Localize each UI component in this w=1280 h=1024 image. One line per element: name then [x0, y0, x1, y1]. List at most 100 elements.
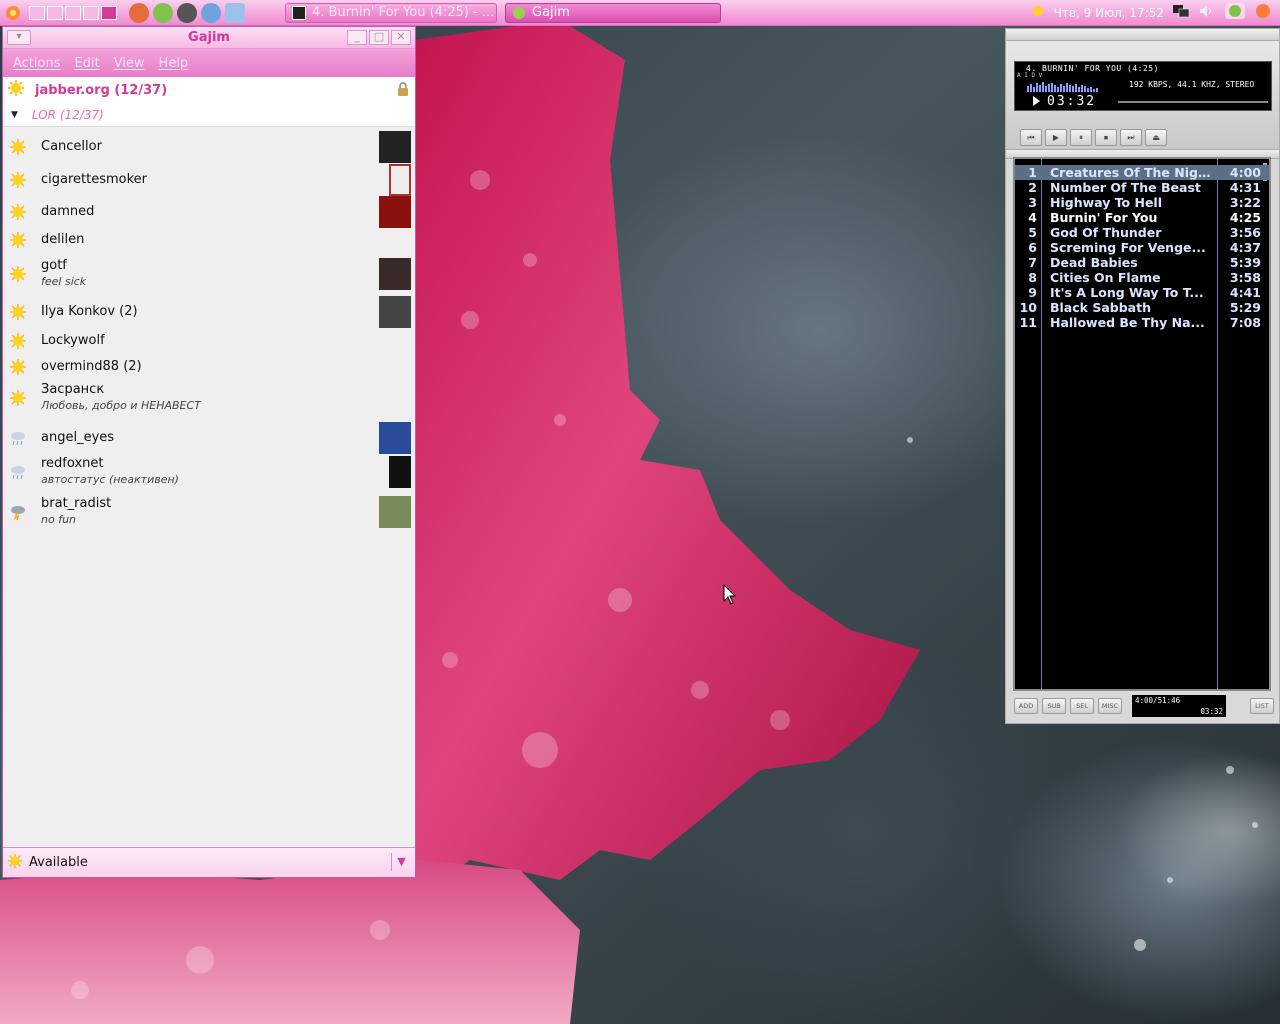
track-number: 11: [1019, 315, 1037, 330]
gajim-task-icon: [512, 6, 526, 20]
playlist-item[interactable]: 2 Number Of The Beast 4:31: [1015, 180, 1269, 195]
lock-icon: [397, 82, 409, 96]
playlist-item[interactable]: 1 Creatures Of The Nig... 4:00: [1015, 165, 1269, 180]
weather-sun-icon[interactable]: [1030, 3, 1046, 23]
update-notifier-icon[interactable]: [1224, 2, 1246, 24]
image-viewer-launcher-icon[interactable]: [225, 2, 245, 23]
seek-bar[interactable]: [1118, 101, 1268, 103]
minimize-button[interactable]: _: [347, 30, 367, 45]
contact-name: Ilya Konkov (2): [41, 304, 138, 319]
playlist-item[interactable]: 6 Screming For Venge... 4:37: [1015, 240, 1269, 255]
contact-row[interactable]: Lockywolf: [3, 328, 415, 354]
expander-arrow-icon[interactable]: ▼: [11, 110, 18, 120]
contact-row[interactable]: damned: [3, 196, 415, 228]
workspace-3[interactable]: [65, 5, 81, 20]
volume-icon[interactable]: [1198, 3, 1216, 23]
online-sun-icon: [9, 332, 27, 350]
menu-actions[interactable]: Actions: [13, 56, 69, 71]
gajim-titlebar[interactable]: ▾ Gajim _ □ ✕: [3, 27, 415, 49]
clock[interactable]: Чтв, 9 Июл, 17:52: [1054, 6, 1164, 20]
dropdown-arrow-icon[interactable]: ▼: [391, 853, 411, 871]
menu-edit[interactable]: Edit: [75, 56, 108, 71]
next-button[interactable]: ⏭: [1120, 129, 1142, 146]
misc-button[interactable]: MISC: [1098, 698, 1122, 714]
playlist-item[interactable]: 9 It's A Long Way To T... 4:41: [1015, 285, 1269, 300]
maximize-button[interactable]: □: [369, 30, 389, 45]
group-row[interactable]: ▼ LOR (12/37): [3, 103, 415, 127]
track-number: 7: [1028, 255, 1037, 270]
avatar: [379, 131, 411, 163]
online-sun-icon: [9, 265, 27, 283]
contact-row[interactable]: cigarettesmoker: [3, 164, 415, 196]
contact-row[interactable]: gotf feel sick: [3, 254, 415, 294]
busy-storm-icon: [9, 503, 27, 521]
shutdown-icon[interactable]: [1254, 2, 1272, 24]
track-title: Hallowed Be Thy Na...: [1050, 315, 1205, 330]
playlist-item[interactable]: 7 Dead Babies 5:39: [1015, 255, 1269, 270]
settings-launcher-icon[interactable]: [201, 2, 221, 23]
contact-row[interactable]: delilen: [3, 227, 415, 252]
track-title: Screming For Venge...: [1050, 240, 1206, 255]
add-button[interactable]: ADD: [1014, 698, 1038, 714]
workspace-1[interactable]: [29, 5, 45, 20]
elapsed-time: 03:32: [1047, 94, 1097, 109]
list-button[interactable]: LIST: [1250, 698, 1274, 714]
media-player-launcher-icon[interactable]: [177, 2, 197, 23]
window-menu-button[interactable]: ▾: [7, 30, 31, 45]
contact-row[interactable]: redfoxnet автостатус (неактивен): [3, 454, 415, 490]
playlist-item[interactable]: 8 Cities On Flame 3:58: [1015, 270, 1269, 285]
status-selector[interactable]: Available ▼: [3, 847, 415, 877]
track-duration: 4:31: [1229, 180, 1261, 195]
playlist-item[interactable]: 4 Burnin' For You 4:25: [1015, 210, 1269, 225]
contact-name: angel_eyes: [41, 430, 115, 445]
contact-row[interactable]: overmind88 (2): [3, 354, 415, 380]
workspace-5[interactable]: [101, 5, 117, 20]
stop-button[interactable]: ⏹: [1095, 129, 1117, 146]
eject-button[interactable]: ⏏: [1145, 129, 1167, 146]
contact-status-message: no fun: [41, 513, 77, 526]
playlist-item[interactable]: 11 Hallowed Be Thy Na... 7:08: [1015, 315, 1269, 330]
playlist-item[interactable]: 3 Highway To Hell 3:22: [1015, 195, 1269, 210]
track-title: Cities On Flame: [1050, 270, 1161, 285]
contact-row[interactable]: Ilya Konkov (2): [3, 296, 415, 328]
sel-button[interactable]: SEL: [1070, 698, 1094, 714]
menu-view[interactable]: View: [114, 56, 153, 71]
contact-row[interactable]: Cancellor: [3, 129, 415, 165]
track-number: 10: [1019, 300, 1037, 315]
account-name: jabber.org (12/37): [35, 82, 168, 98]
taskbar-item-player[interactable]: 4. Burnin' For You (4:25) - ...: [285, 2, 497, 23]
pause-button[interactable]: ⏸: [1070, 129, 1092, 146]
track-number: 4: [1028, 210, 1037, 225]
playlist-item[interactable]: 5 God Of Thunder 3:56: [1015, 225, 1269, 240]
contact-row[interactable]: angel_eyes: [3, 422, 415, 454]
available-sun-icon: [7, 853, 23, 873]
workspace-2[interactable]: [47, 5, 63, 20]
workspace-4[interactable]: [83, 5, 99, 20]
gajim-launcher-icon[interactable]: [153, 2, 173, 23]
contact-name: Cancellor: [41, 139, 102, 154]
main-menu-icon[interactable]: [3, 3, 23, 23]
contact-name: cigarettesmoker: [41, 172, 148, 187]
online-sun-icon: [9, 203, 27, 221]
player-titlebar[interactable]: [1006, 29, 1279, 41]
sub-button[interactable]: SUB: [1042, 698, 1066, 714]
audio-player-window: 4. BURNIN' FOR YOU (4:25) A I D V 192 KB…: [1005, 28, 1280, 724]
taskbar-item-gajim[interactable]: Gajim: [505, 2, 721, 23]
playlist-item[interactable]: 10 Black Sabbath 5:29: [1015, 300, 1269, 315]
away-cloud-icon: [9, 429, 27, 447]
transport-controls: ⏮ ▶ ⏸ ⏹ ⏭ ⏏: [1020, 129, 1167, 146]
account-row[interactable]: jabber.org (12/37): [3, 77, 415, 103]
menu-help[interactable]: Help: [159, 56, 197, 71]
workspace-switcher[interactable]: [29, 5, 117, 20]
play-button[interactable]: ▶: [1045, 129, 1067, 146]
network-icon[interactable]: [1172, 3, 1190, 23]
contact-row[interactable]: brat_radist no fun: [3, 493, 415, 531]
bear-app-icon[interactable]: [129, 2, 149, 23]
contact-status-message: автостатус (неактивен): [41, 473, 179, 486]
close-button[interactable]: ✕: [391, 30, 411, 45]
online-sun-icon: [9, 138, 27, 156]
playing-indicator-icon: [1033, 96, 1040, 106]
contact-name: damned: [41, 204, 95, 219]
contact-row[interactable]: Засранск Любовь, добро и НЕНАВЕСТ: [3, 378, 415, 418]
previous-button[interactable]: ⏮: [1020, 129, 1042, 146]
